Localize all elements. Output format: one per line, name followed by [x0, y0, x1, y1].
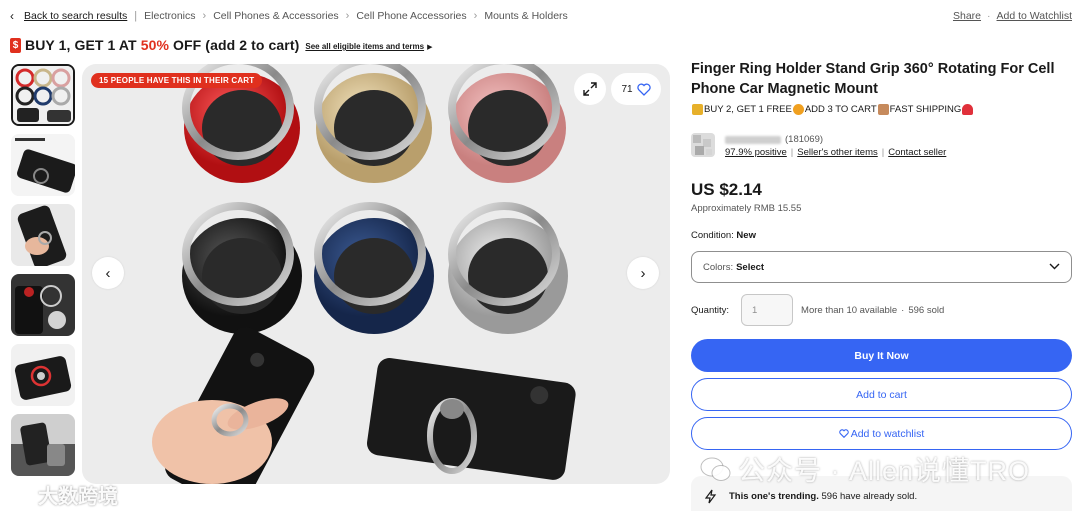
- buy-it-now-button[interactable]: Buy It Now: [691, 339, 1072, 372]
- chevron-right-icon: ›: [640, 264, 646, 282]
- watermark-wechat: 公众号 · Allen说懂TRO: [700, 449, 1030, 488]
- quantity-row: Quantity: 1 More than 10 available · 596…: [691, 294, 1072, 326]
- watermark-brand: 大数跨境: [8, 480, 118, 509]
- seller-other-items-link[interactable]: Seller's other items: [797, 146, 877, 159]
- brand-logo-icon: [9, 486, 32, 503]
- breadcrumb-item-electronics[interactable]: Electronics: [144, 10, 195, 22]
- add-to-watchlist-button[interactable]: Add to watchlist: [691, 417, 1072, 450]
- add-to-watchlist-label: Add to watchlist: [850, 427, 925, 440]
- colors-select[interactable]: Colors: Select: [691, 251, 1072, 283]
- seller-name-blurred[interactable]: [725, 135, 781, 144]
- watermark-right-text: 公众号 · Allen说懂TRO: [738, 456, 1031, 486]
- seller-name-row: (181069): [725, 133, 946, 146]
- thumbnail-3[interactable]: [11, 204, 75, 266]
- product-details-panel: Finger Ring Holder Stand Grip 360° Rotat…: [691, 60, 1072, 450]
- quantity-input[interactable]: 1: [741, 294, 794, 326]
- price: US $2.14: [691, 180, 762, 199]
- breadcrumb-item-mounts-holders[interactable]: Mounts & Holders: [484, 10, 567, 22]
- emoji-icon: [692, 104, 703, 115]
- heart-emoji-icon: [962, 104, 974, 115]
- thumbnail-2[interactable]: [11, 134, 75, 196]
- chevron-right-icon: ▶: [427, 43, 433, 51]
- chevron-left-icon[interactable]: ‹: [10, 9, 24, 23]
- availability-text: More than 10 available: [801, 304, 898, 316]
- breadcrumb-separator: ›: [473, 10, 478, 22]
- promo-text-end: OFF (add 2 to cart): [169, 37, 300, 53]
- heart-icon: [636, 83, 651, 96]
- coupon-icon: $: [10, 37, 21, 53]
- sub-promo-line: BUY 2, GET 1 FREE ADD 3 TO CART FAST SHI…: [691, 104, 1072, 115]
- breadcrumb-item-cell-phone-accessories[interactable]: Cell Phone Accessories: [356, 10, 466, 22]
- previous-image-button[interactable]: ‹: [92, 257, 124, 289]
- seller-links: 97.9% positive | Seller's other items | …: [725, 146, 946, 159]
- breadcrumb: ‹ Back to search results | Electronics ›…: [10, 8, 1072, 24]
- breadcrumb-item-cell-phones[interactable]: Cell Phones & Accessories: [213, 10, 338, 22]
- chevron-down-icon: [1049, 261, 1060, 273]
- wechat-icon: [700, 457, 731, 481]
- quantity-label: Quantity:: [691, 304, 730, 316]
- approx-price: Approximately RMB 15.55: [691, 203, 802, 214]
- breadcrumb-separator: |: [134, 10, 138, 22]
- trending-rest: 596 have already sold.: [818, 490, 918, 502]
- seller-avatar[interactable]: [691, 133, 715, 157]
- thumbnail-5[interactable]: [11, 344, 75, 406]
- promo-text: BUY 1, GET 1 AT 50% OFF (add 2 to cart): [25, 37, 299, 53]
- promo-banner: $ BUY 1, GET 1 AT 50% OFF (add 2 to cart…: [10, 35, 432, 55]
- lightning-icon: [705, 489, 717, 503]
- main-product-image[interactable]: 15 PEOPLE HAVE THIS IN THEIR CART 71 ‹ ›: [82, 64, 670, 484]
- chevron-left-icon: ‹: [105, 264, 111, 282]
- trending-bold: This one's trending.: [729, 490, 819, 502]
- subpromo-text-3: FAST SHIPPING: [889, 104, 962, 115]
- condition-label: Condition:: [691, 230, 734, 241]
- thumbnail-4[interactable]: [11, 274, 75, 336]
- watch-count-button[interactable]: 71: [611, 73, 661, 105]
- colors-value: Select: [736, 261, 765, 273]
- heart-icon: [838, 429, 849, 438]
- condition: Condition: New: [691, 230, 1072, 241]
- emoji-icon: [877, 104, 889, 115]
- expand-icon: [583, 82, 597, 96]
- watch-count: 71: [621, 83, 633, 95]
- seller-details: (181069) 97.9% positive | Seller's other…: [725, 133, 946, 159]
- share-watchlist-links: Share · Add to Watchlist: [953, 10, 1072, 22]
- feedback-count: (181069): [785, 134, 824, 145]
- positive-feedback-link[interactable]: 97.9% positive: [725, 146, 787, 159]
- next-image-button[interactable]: ›: [627, 257, 659, 289]
- sold-count: 596 sold: [908, 304, 945, 316]
- separator: |: [790, 147, 794, 158]
- colors-label: Colors:: [703, 261, 734, 273]
- ring-holders-illustration: [152, 64, 576, 484]
- thumbnail-6[interactable]: [11, 414, 75, 476]
- see-eligible-items-link[interactable]: See all eligible items and terms: [305, 42, 424, 51]
- separator: |: [881, 147, 885, 158]
- watermark-left-text: 大数跨境: [38, 486, 118, 508]
- thumbnail-list: [11, 64, 75, 484]
- contact-seller-link[interactable]: Contact seller: [888, 146, 946, 159]
- thumbnail-1[interactable]: [11, 64, 75, 126]
- promo-text-start: BUY 1, GET 1 AT: [25, 37, 141, 53]
- cart-count-badge: 15 PEOPLE HAVE THIS IN THEIR CART: [91, 73, 263, 88]
- seller-info: (181069) 97.9% positive | Seller's other…: [691, 133, 1072, 159]
- product-title: Finger Ring Holder Stand Grip 360° Rotat…: [691, 61, 1055, 97]
- condition-value: New: [736, 230, 756, 241]
- add-to-cart-button[interactable]: Add to cart: [691, 378, 1072, 411]
- separator-dot: ·: [901, 304, 905, 316]
- breadcrumb-separator: ›: [345, 10, 350, 22]
- subpromo-text-1: BUY 2, GET 1 FREE: [704, 104, 792, 115]
- expand-image-button[interactable]: [574, 73, 606, 105]
- promo-discount: 50%: [140, 37, 170, 53]
- subpromo-text-2: ADD 3 TO CART: [804, 104, 877, 115]
- emoji-icon: [792, 104, 804, 115]
- breadcrumb-separator: ›: [202, 10, 207, 22]
- separator-dot: ·: [987, 10, 991, 22]
- share-link[interactable]: Share: [953, 10, 981, 22]
- trending-text: This one's trending. 596 have already so…: [729, 491, 917, 502]
- add-to-watchlist-link[interactable]: Add to Watchlist: [997, 10, 1072, 22]
- back-to-search-link[interactable]: Back to search results: [24, 10, 127, 22]
